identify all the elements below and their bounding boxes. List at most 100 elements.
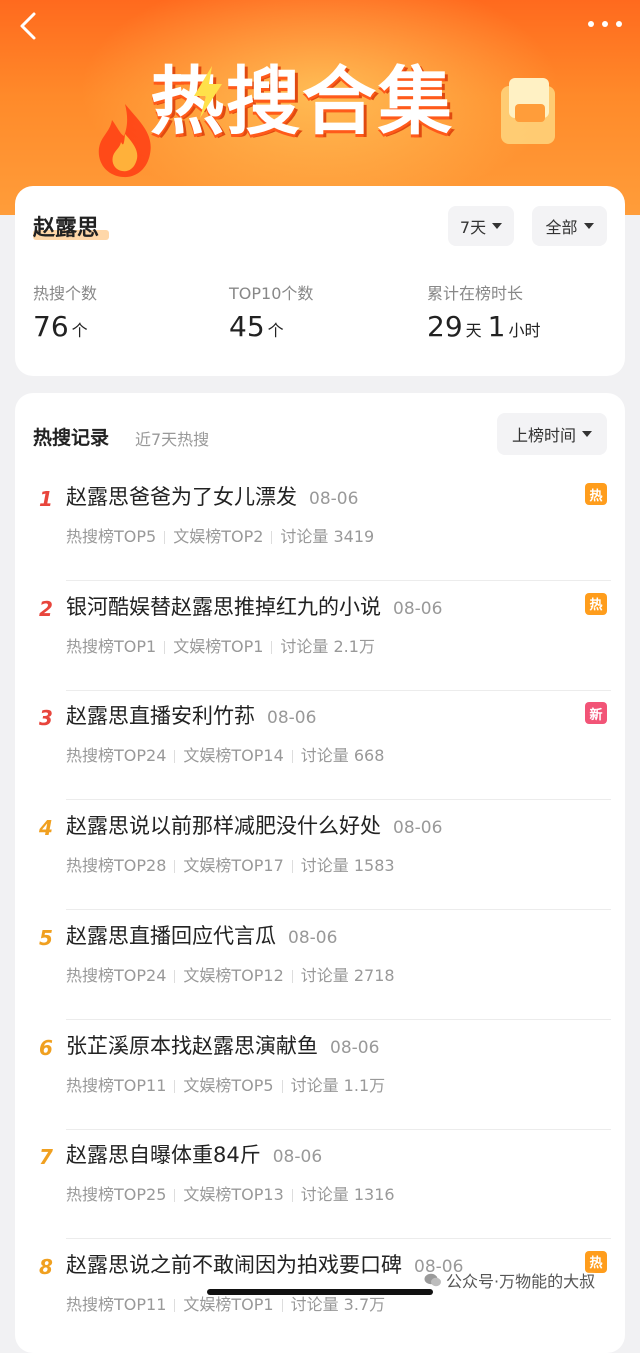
hot-search-rank: 热搜榜TOP1 [66,636,157,656]
item-title-row: 银河酷娱替赵露思推掉红九的小说 08-06 [66,591,442,621]
discussion-count: 讨论量 1316 [300,1185,395,1205]
item-title: 银河酷娱替赵露思推掉红九的小说 [66,594,381,619]
chevron-down-icon [492,223,503,229]
records-card: 热搜记录 近7天热搜 上榜时间 1 赵露思爸爸为了女儿漂发 08-06 热搜榜TO… [15,393,625,1353]
separator [164,531,166,544]
item-title-row: 赵露思说之前不敢闹因为拍戏要口碑 08-06 [66,1249,463,1279]
separator [291,860,293,874]
item-title: 赵露思说之前不敢闹因为拍戏要口碑 [66,1252,402,1277]
celebrity-name: 赵露思 [33,216,100,241]
hot-search-rank: 热搜榜TOP5 [66,527,157,546]
separator [281,1298,283,1312]
separator [174,860,176,874]
item-date: 08-06 [393,818,443,839]
hot-search-item[interactable]: 3 赵露思直播安利竹荪 08-06 热搜榜TOP24 文娱榜TOP14 讨论量 668… [15,690,625,801]
hot-search-rank: 热搜榜TOP28 [66,856,167,876]
rank-number: 7 [39,1145,53,1170]
home-indicator[interactable] [207,1289,433,1295]
entertainment-rank: 文娱榜TOP1 [173,636,264,656]
summary-card: 赵露思 7天 全部 热搜个数 76 个 TOP10个数 45 个 累计在榜时长 29… [15,186,625,376]
separator [174,1298,176,1312]
hot-search-item[interactable]: 6 张芷溪原本找赵露思演献鱼 08-06 热搜榜TOP11 文娱榜TOP5 讨论量 1… [15,1020,625,1130]
item-meta: 热搜榜TOP25 文娱榜TOP13 讨论量 1316 [66,1181,395,1205]
hot-search-item[interactable]: 1 赵露思爸爸为了女儿漂发 08-06 热搜榜TOP5 文娱榜TOP2 讨论量 341… [15,471,625,581]
discussion-count: 讨论量 668 [300,746,385,766]
rank-number: 8 [39,1254,53,1279]
entertainment-rank: 文娱榜TOP5 [183,1075,274,1095]
item-date: 08-06 [267,708,317,729]
item-meta: 热搜榜TOP28 文娱榜TOP17 讨论量 1583 [66,852,395,876]
item-title-row: 赵露思直播回应代言瓜 08-06 [66,920,337,950]
discussion-count: 讨论量 3419 [280,527,375,546]
discussion-count: 讨论量 1583 [300,856,395,876]
entertainment-rank: 文娱榜TOP17 [183,856,284,876]
rank-number: 4 [39,816,53,841]
discussion-count: 讨论量 2.1万 [280,636,375,656]
watermark-text: 公众号·万物能的大叔 [446,1272,596,1291]
entertainment-rank: 文娱榜TOP2 [173,527,264,546]
item-date: 08-06 [330,1037,380,1058]
hot-search-rank: 热搜榜TOP25 [66,1185,167,1205]
item-meta: 热搜榜TOP11 文娱榜TOP5 讨论量 1.1万 [66,1072,385,1096]
records-title: 热搜记录 [33,427,110,449]
stat-label-top10: TOP10个数 [229,284,314,303]
category-filter-dropdown[interactable]: 全部 [532,206,607,246]
stat-value-count: 76 个 [33,310,88,343]
entertainment-rank: 文娱榜TOP14 [183,746,284,766]
separator [174,1079,176,1093]
item-date: 08-06 [393,598,443,619]
stat-label-duration: 累计在榜时长 [427,284,524,303]
hot-search-item[interactable]: 2 银河酷娱替赵露思推掉红九的小说 08-06 热搜榜TOP1 文娱榜TOP1 讨论量… [15,581,625,691]
more-dot [602,21,608,27]
separator [271,640,273,654]
item-date: 08-06 [272,1147,323,1168]
item-date: 08-06 [288,927,338,948]
separator [174,969,176,983]
item-title: 赵露思说以前那样减肥没什么好处 [66,814,381,839]
discussion-count: 讨论量 3.7万 [290,1294,386,1314]
item-meta: 热搜榜TOP24 文娱榜TOP12 讨论量 2718 [66,962,395,986]
separator [174,750,176,764]
item-title: 赵露思直播安利竹荪 [66,704,255,729]
separator [291,969,293,983]
lightning-icon [194,66,222,118]
item-meta: 热搜榜TOP24 文娱榜TOP14 讨论量 668 [66,742,384,766]
rank-number: 1 [39,487,53,511]
rank-number: 3 [39,706,53,731]
item-title-row: 赵露思说以前那样减肥没什么好处 08-06 [66,810,442,840]
item-title: 赵露思爸爸为了女儿漂发 [66,485,297,509]
celebrity-name-wrap: 赵露思 [33,210,109,242]
hot-badge: 热 [585,592,607,615]
hot-search-rank: 热搜榜TOP24 [66,746,167,766]
watermark: 公众号·万物能的大叔 [424,1268,595,1292]
hot-search-rank: 热搜榜TOP11 [66,1075,167,1095]
back-arrow-icon[interactable] [14,10,46,42]
item-title: 赵露思直播回应代言瓜 [66,923,276,948]
item-meta: 热搜榜TOP5 文娱榜TOP2 讨论量 3419 [66,523,374,547]
separator [164,640,166,654]
new-badge: 新 [585,702,607,725]
separator [174,1189,176,1203]
folder-icon [501,78,555,144]
discussion-count: 讨论量 2718 [300,965,395,985]
more-dot [588,21,594,27]
period-filter-dropdown[interactable]: 7天 [448,206,514,246]
entertainment-rank: 文娱榜TOP12 [183,965,284,985]
rank-number: 2 [39,596,53,621]
more-options-icon[interactable] [588,10,622,38]
wechat-icon [424,1273,441,1287]
chevron-down-icon [582,431,592,437]
hot-search-item[interactable]: 5 赵露思直播回应代言瓜 08-06 热搜榜TOP24 文娱榜TOP12 讨论量 27… [15,910,625,1020]
hot-search-item[interactable]: 7 赵露思自曝体重84斤 08-06 热搜榜TOP25 文娱榜TOP13 讨论量 13… [15,1129,625,1240]
separator [291,750,293,764]
item-title: 张芷溪原本找赵露思演献鱼 [66,1033,318,1058]
records-subtitle: 近7天热搜 [135,430,210,449]
item-meta: 热搜榜TOP1 文娱榜TOP1 讨论量 2.1万 [66,633,375,657]
hot-search-item[interactable]: 4 赵露思说以前那样减肥没什么好处 08-06 热搜榜TOP28 文娱榜TOP17 讨… [15,800,625,911]
sort-label: 上榜时间 [511,426,576,445]
item-title: 赵露思自曝体重84斤 [66,1143,261,1168]
sort-dropdown[interactable]: 上榜时间 [497,413,607,455]
item-date: 08-06 [309,489,359,509]
entertainment-rank: 文娱榜TOP1 [183,1294,274,1314]
chevron-down-icon [583,223,594,229]
